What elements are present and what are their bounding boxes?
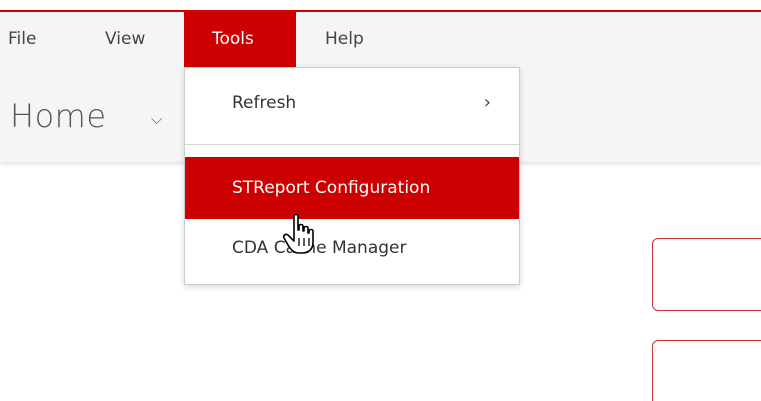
- chevron-down-icon[interactable]: ⌵: [151, 110, 162, 128]
- menu-view[interactable]: View: [105, 12, 145, 67]
- menu-help[interactable]: Help: [325, 12, 364, 67]
- page-title[interactable]: Home: [10, 97, 107, 135]
- page: File View Tools Help Home ⌵ Refresh › ST…: [0, 0, 761, 401]
- menu-divider: [185, 144, 519, 145]
- chevron-right-icon: ›: [483, 92, 491, 113]
- menu-item-streport-configuration[interactable]: STReport Configuration: [185, 157, 519, 219]
- menu-item-label: Refresh: [232, 93, 297, 113]
- menu-item-cda-cache-manager[interactable]: CDA Cache Manager: [185, 223, 519, 273]
- menu-file[interactable]: File: [8, 12, 36, 67]
- menu-bar: File View Tools Help: [0, 12, 761, 67]
- menu-tools[interactable]: Tools: [184, 12, 296, 67]
- input-box[interactable]: [652, 238, 761, 311]
- menu-item-label: CDA Cache Manager: [232, 238, 407, 258]
- tools-dropdown-menu: Refresh › STReport Configuration CDA Cac…: [184, 67, 520, 285]
- hand-pointer-icon: [282, 213, 314, 254]
- menu-item-label: STReport Configuration: [232, 178, 431, 198]
- input-box[interactable]: [652, 340, 761, 401]
- menu-item-refresh[interactable]: Refresh ›: [185, 78, 519, 128]
